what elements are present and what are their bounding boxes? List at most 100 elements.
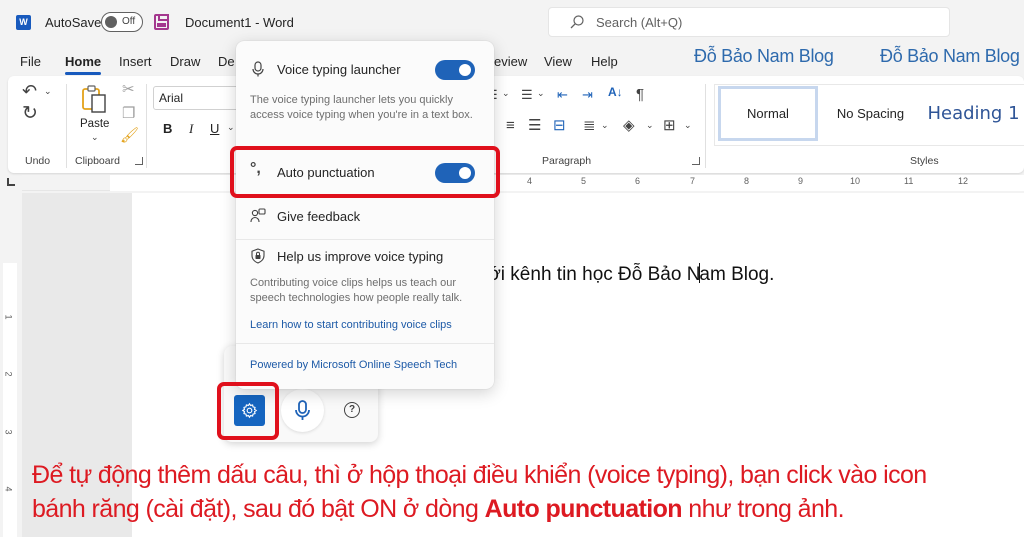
tab-selector-icon[interactable] bbox=[7, 178, 15, 186]
separator bbox=[236, 147, 494, 148]
microphone-icon bbox=[252, 61, 264, 77]
shading-icon[interactable]: ◈ bbox=[623, 118, 635, 133]
launcher-description: The voice typing launcher lets you quick… bbox=[250, 94, 473, 121]
ribbon: ↶ ⌄ ↻ Undo Paste ⌄ ✂ ❐ 🖌 Clipboard Arial… bbox=[8, 76, 1024, 173]
give-feedback-button[interactable]: Give feedback bbox=[277, 209, 360, 224]
ruler-number: 12 bbox=[958, 176, 969, 186]
chevron-down-icon[interactable]: ⌄ bbox=[601, 120, 609, 131]
paste-label[interactable]: Paste bbox=[80, 118, 109, 130]
word-logo-icon: W bbox=[16, 15, 31, 30]
microphone-icon bbox=[295, 400, 310, 420]
instruction-caption: Để tự động thêm dấu câu, thì ở hộp thoại… bbox=[32, 458, 1012, 526]
undo-icon[interactable]: ↶ bbox=[22, 82, 37, 100]
settings-button[interactable] bbox=[234, 395, 265, 426]
caption-text: bánh răng (cài đặt), sau đó bật ON ở dòn… bbox=[32, 495, 485, 523]
separator bbox=[236, 239, 494, 240]
shield-lock-icon bbox=[251, 248, 265, 264]
tab-insert[interactable]: Insert bbox=[119, 54, 152, 69]
group-label-undo: Undo bbox=[25, 155, 51, 167]
tab-draw[interactable]: Draw bbox=[170, 54, 200, 69]
decrease-indent-icon[interactable]: ⇤ bbox=[557, 88, 568, 101]
ruler-number: 7 bbox=[690, 176, 696, 186]
bold-button[interactable]: B bbox=[163, 121, 172, 136]
align-right-icon[interactable]: ≡ bbox=[506, 118, 515, 133]
autosave-toggle[interactable]: Off bbox=[101, 12, 143, 32]
style-heading-1[interactable]: Heading 1 bbox=[923, 86, 1024, 141]
dialog-launcher-icon[interactable] bbox=[135, 157, 143, 165]
tab-view[interactable]: View bbox=[544, 54, 572, 69]
redo-icon[interactable]: ↻ bbox=[22, 104, 38, 123]
punctuation-icon: °, bbox=[250, 160, 261, 177]
cut-icon[interactable]: ✂ bbox=[122, 82, 135, 97]
blog-watermark: Đỗ Bảo Nam Blog bbox=[880, 46, 1020, 66]
search-icon bbox=[570, 15, 584, 29]
increase-indent-icon[interactable]: ⇥ bbox=[582, 88, 593, 101]
pilcrow-icon[interactable]: ¶ bbox=[636, 87, 644, 102]
copy-icon[interactable]: ❐ bbox=[122, 106, 135, 121]
help-icon[interactable]: ? bbox=[344, 402, 360, 418]
ruler-number: 9 bbox=[798, 176, 804, 186]
tab-file[interactable]: File bbox=[20, 54, 41, 69]
tab-design[interactable]: De bbox=[218, 54, 235, 69]
multilevel-list-icon[interactable]: ☰ bbox=[521, 88, 533, 101]
caption-line-2: bánh răng (cài đặt), sau đó bật ON ở dòn… bbox=[32, 492, 1012, 526]
chevron-down-icon[interactable]: ⌄ bbox=[502, 88, 510, 99]
toggle-knob bbox=[459, 64, 471, 76]
powered-by-link[interactable]: Powered by Microsoft Online Speech Tech bbox=[250, 359, 457, 371]
underline-button[interactable]: U bbox=[210, 121, 219, 136]
font-name-input[interactable]: Arial bbox=[153, 86, 248, 110]
feedback-icon bbox=[250, 208, 266, 223]
contribute-link[interactable]: Learn how to start contributing voice cl… bbox=[250, 319, 452, 331]
sort-icon[interactable]: A↓ bbox=[608, 86, 623, 98]
justify-icon[interactable]: ☰ bbox=[528, 118, 541, 133]
blog-watermark: Đỗ Bảo Nam Blog bbox=[694, 46, 834, 66]
chevron-down-icon[interactable]: ⌄ bbox=[227, 122, 235, 133]
auto-punctuation-title: Auto punctuation bbox=[277, 165, 375, 180]
style-no-spacing[interactable]: No Spacing bbox=[823, 86, 918, 141]
ruler-number: 10 bbox=[850, 176, 861, 186]
launcher-toggle[interactable] bbox=[435, 60, 475, 80]
improve-description: Contributing voice clips helps us teach … bbox=[250, 277, 463, 304]
text-before-caret: n với kênh tin học Đỗ Bảo N bbox=[463, 264, 701, 285]
text-after-caret: am Blog. bbox=[699, 264, 775, 285]
search-input[interactable]: Search (Alt+Q) bbox=[548, 7, 950, 37]
toggle-knob bbox=[105, 16, 117, 28]
document-body-text[interactable]: n với kênh tin học Đỗ Bảo Nam Blog. bbox=[463, 263, 774, 286]
save-icon[interactable] bbox=[154, 14, 169, 30]
search-placeholder: Search (Alt+Q) bbox=[596, 15, 683, 30]
ruler-number: 6 bbox=[635, 176, 641, 186]
chevron-down-icon[interactable]: ⌄ bbox=[684, 120, 692, 131]
group-separator bbox=[66, 84, 67, 168]
chevron-down-icon[interactable]: ⌄ bbox=[91, 132, 99, 143]
tab-home[interactable]: Home bbox=[65, 54, 102, 75]
style-normal[interactable]: Normal bbox=[718, 86, 818, 141]
dialog-launcher-icon[interactable] bbox=[692, 157, 700, 165]
distributed-icon[interactable]: ⊟ bbox=[553, 118, 566, 133]
group-label-clipboard: Clipboard bbox=[75, 155, 120, 167]
caption-bold-text: Auto punctuation bbox=[484, 495, 683, 523]
ruler-number: 1 bbox=[3, 314, 14, 320]
chevron-down-icon[interactable]: ⌄ bbox=[537, 88, 545, 99]
auto-punctuation-toggle[interactable] bbox=[435, 163, 475, 183]
italic-button[interactable]: I bbox=[189, 121, 193, 137]
tab-review[interactable]: eview bbox=[494, 54, 527, 69]
tab-help[interactable]: Help bbox=[591, 54, 618, 69]
group-separator bbox=[705, 84, 706, 168]
paste-icon[interactable] bbox=[80, 84, 110, 114]
format-painter-icon[interactable]: 🖌 bbox=[120, 128, 139, 143]
microphone-button[interactable] bbox=[281, 389, 324, 432]
separator bbox=[236, 343, 494, 344]
caption-text: như trong ảnh. bbox=[681, 495, 844, 523]
group-label-styles: Styles bbox=[910, 155, 939, 167]
ruler-number: 11 bbox=[904, 176, 914, 186]
autosave-state: Off bbox=[122, 16, 136, 27]
launcher-title: Voice typing launcher bbox=[277, 62, 401, 77]
ruler-number: 8 bbox=[744, 176, 750, 186]
title-bar: W AutoSave Off Document1 - Word Search (… bbox=[0, 0, 1024, 44]
line-spacing-icon[interactable]: ≣ bbox=[583, 118, 596, 133]
borders-icon[interactable]: ⊞ bbox=[663, 118, 676, 133]
group-separator bbox=[146, 84, 147, 168]
chevron-down-icon[interactable]: ⌄ bbox=[44, 86, 52, 97]
ribbon-tabs: File Home Insert Draw De eview View Help bbox=[0, 44, 1024, 76]
chevron-down-icon[interactable]: ⌄ bbox=[646, 120, 654, 131]
